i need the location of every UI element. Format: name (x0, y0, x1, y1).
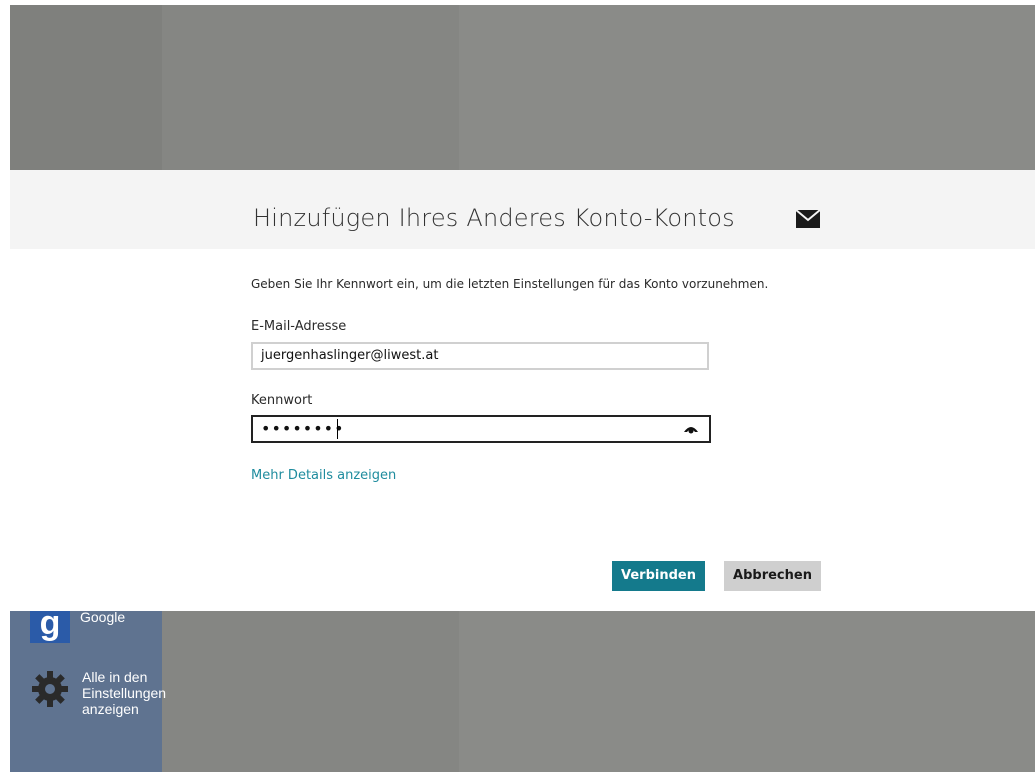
connect-button[interactable]: Verbinden (612, 561, 705, 591)
password-field-wrap: •••••••• (251, 415, 711, 445)
cancel-button[interactable]: Abbrechen (724, 561, 821, 591)
email-field[interactable]: juergenhaslinger@liwest.at (251, 342, 709, 370)
gear-icon (32, 671, 68, 707)
text-caret (337, 419, 338, 439)
background-settings-label: Alle in den Einstellungen anzeigen (82, 669, 167, 717)
eye-icon[interactable] (684, 424, 698, 434)
password-masked-value: •••••••• (261, 419, 345, 438)
dialog-header: Hinzufügen Ihres Anderes Konto-Kontos (10, 170, 1035, 249)
email-label: E-Mail-Adresse (251, 319, 347, 334)
more-details-link[interactable]: Mehr Details anzeigen (251, 468, 396, 483)
password-label: Kennwort (251, 393, 313, 408)
instruction-text: Geben Sie Ihr Kennwort ein, um die letzt… (251, 277, 769, 291)
background-settings-item: Alle in den Einstellungen anzeigen (30, 669, 172, 717)
background-google-label: Google (80, 609, 126, 625)
app-window: g Google Alle in den Einstellungen anzei… (0, 0, 1035, 772)
dialog-title: Hinzufügen Ihres Anderes Konto-Kontos (253, 204, 735, 232)
add-account-dialog: Hinzufügen Ihres Anderes Konto-Kontos Ge… (10, 170, 1035, 611)
mail-icon (796, 210, 820, 228)
background-google-item: g Google (30, 603, 170, 643)
